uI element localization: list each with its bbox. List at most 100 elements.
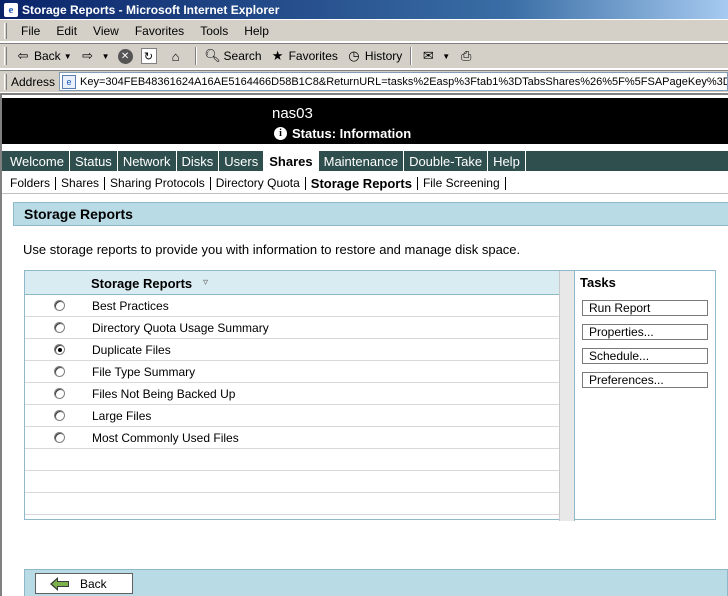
favorites-label: Favorites: [288, 49, 338, 63]
list-item: File Type Summary: [25, 361, 559, 383]
tab-help[interactable]: Help: [488, 151, 526, 171]
subtab-directory-quota[interactable]: Directory Quota: [211, 176, 306, 190]
subtab-storage-reports[interactable]: Storage Reports: [306, 176, 418, 190]
tab-welcome[interactable]: Welcome: [5, 151, 70, 171]
history-button[interactable]: ◷ History: [342, 45, 406, 67]
standard-toolbar: ⇦ Back ▼ ⇨ ▼ ✕ ↻ ⌂ 🔍︎ Search ★ Favorites…: [0, 43, 728, 69]
address-input[interactable]: e Key=304FEB48361624A16AE5164466D58B1C8&…: [59, 72, 728, 91]
back-arrow-icon: ⇦: [17, 48, 29, 63]
home-button[interactable]: ⌂: [164, 45, 191, 67]
forward-button[interactable]: ⇨ ▼: [76, 45, 114, 67]
info-icon: i: [274, 127, 287, 140]
stop-icon: ✕: [117, 48, 133, 64]
main-tabs: Welcome Status Network Disks Users Share…: [2, 151, 728, 171]
tab-maintenance[interactable]: Maintenance: [319, 151, 405, 171]
list-item: Most Commonly Used Files: [25, 427, 559, 449]
stop-button[interactable]: ✕: [114, 45, 137, 67]
address-url: Key=304FEB48361624A16AE5164466D58B1C8&Re…: [80, 75, 728, 88]
toolbar-separator: [410, 47, 413, 65]
toolbar-separator: [194, 47, 197, 65]
report-radio[interactable]: [54, 410, 65, 421]
page-back-label: Back: [80, 576, 107, 591]
column-header[interactable]: Storage Reports: [91, 276, 192, 291]
empty-row: [25, 449, 559, 471]
home-icon: ⌂: [171, 48, 180, 64]
tab-network[interactable]: Network: [118, 151, 177, 171]
schedule-button[interactable]: Schedule...: [582, 348, 708, 364]
empty-row: [25, 493, 559, 515]
chevron-down-icon[interactable]: ▼: [102, 52, 110, 61]
tab-disks[interactable]: Disks: [177, 151, 220, 171]
mail-button[interactable]: ✉ ▼: [416, 45, 454, 67]
tab-users[interactable]: Users: [219, 151, 265, 171]
status-indicator[interactable]: i Status: Information: [274, 126, 411, 141]
chevron-down-icon[interactable]: ▼: [64, 52, 72, 61]
host-name: nas03: [272, 105, 313, 122]
menu-edit[interactable]: Edit: [48, 24, 85, 38]
report-label: Best Practices: [92, 299, 169, 313]
sort-icon[interactable]: ▿: [203, 277, 208, 288]
list-item: Large Files: [25, 405, 559, 427]
menu-tools[interactable]: Tools: [192, 24, 236, 38]
tab-double-take[interactable]: Double-Take: [404, 151, 489, 171]
refresh-button[interactable]: ↻: [137, 45, 164, 67]
favorites-button[interactable]: ★ Favorites: [266, 45, 342, 67]
tasks-title: Tasks: [580, 275, 616, 290]
page-back-button[interactable]: Back: [35, 573, 133, 594]
subtab-folders[interactable]: Folders: [5, 176, 57, 190]
nas-header: nas03 i Status: Information: [2, 98, 728, 144]
report-label: Most Commonly Used Files: [92, 431, 239, 445]
menu-view[interactable]: View: [85, 24, 127, 38]
window-title: Storage Reports - Microsoft Internet Exp…: [22, 2, 280, 17]
list-item: Files Not Being Backed Up: [25, 383, 559, 405]
menu-favorites[interactable]: Favorites: [127, 24, 192, 38]
print-icon: ⎙: [460, 48, 472, 63]
report-radio[interactable]: [54, 344, 65, 355]
report-radio[interactable]: [54, 388, 65, 399]
list-divider: [559, 271, 575, 521]
subtab-sharing-protocols[interactable]: Sharing Protocols: [105, 176, 211, 190]
page-content: nas03 i Status: Information Welcome Stat…: [0, 93, 728, 596]
address-bar: Address e Key=304FEB48361624A16AE5164466…: [0, 70, 728, 92]
subtab-shares[interactable]: Shares: [56, 176, 106, 190]
reports-panel: Storage Reports ▿ Best Practices Director…: [24, 270, 716, 521]
menu-help[interactable]: Help: [236, 24, 277, 38]
search-icon: 🔍︎: [204, 48, 221, 63]
properties-button[interactable]: Properties...: [582, 324, 708, 340]
report-label: Duplicate Files: [92, 343, 171, 357]
reports-list: Storage Reports ▿ Best Practices Director…: [25, 271, 559, 521]
ie-logo-icon: e: [4, 2, 18, 17]
tab-status[interactable]: Status: [70, 151, 118, 171]
list-item: Best Practices: [25, 295, 559, 317]
list-header: Storage Reports ▿: [25, 271, 559, 295]
page-icon: e: [62, 74, 77, 89]
history-label: History: [364, 49, 403, 63]
footer-bar: Back: [24, 569, 728, 596]
sub-tabs: Folders Shares Sharing Protocols Directo…: [2, 173, 728, 194]
report-label: File Type Summary: [92, 365, 196, 379]
chevron-down-icon[interactable]: ▼: [442, 52, 450, 61]
search-button[interactable]: 🔍︎ Search: [201, 45, 266, 67]
page-intro: Use storage reports to provide you with …: [23, 242, 521, 257]
preferences-button[interactable]: Preferences...: [582, 372, 708, 388]
report-radio[interactable]: [54, 300, 65, 311]
report-label: Files Not Being Backed Up: [92, 387, 236, 401]
report-label: Directory Quota Usage Summary: [92, 321, 269, 335]
subtab-file-screening[interactable]: File Screening: [418, 176, 506, 190]
favorites-icon: ★: [271, 48, 284, 63]
run-report-button[interactable]: Run Report: [582, 300, 708, 316]
print-button[interactable]: ⎙: [454, 45, 481, 67]
menu-file[interactable]: File: [13, 24, 48, 38]
report-radio[interactable]: [54, 432, 65, 443]
refresh-icon: ↻: [140, 48, 157, 64]
tab-shares[interactable]: Shares: [264, 151, 319, 171]
report-radio[interactable]: [54, 366, 65, 377]
back-button[interactable]: ⇦ Back ▼: [11, 45, 76, 67]
report-radio[interactable]: [54, 322, 65, 333]
status-text: Status: Information: [292, 126, 412, 141]
report-label: Large Files: [92, 409, 152, 423]
empty-row: [25, 471, 559, 493]
history-icon: ◷: [348, 48, 360, 63]
menu-bar: File Edit View Favorites Tools Help: [0, 20, 728, 42]
search-label: Search: [223, 49, 262, 63]
